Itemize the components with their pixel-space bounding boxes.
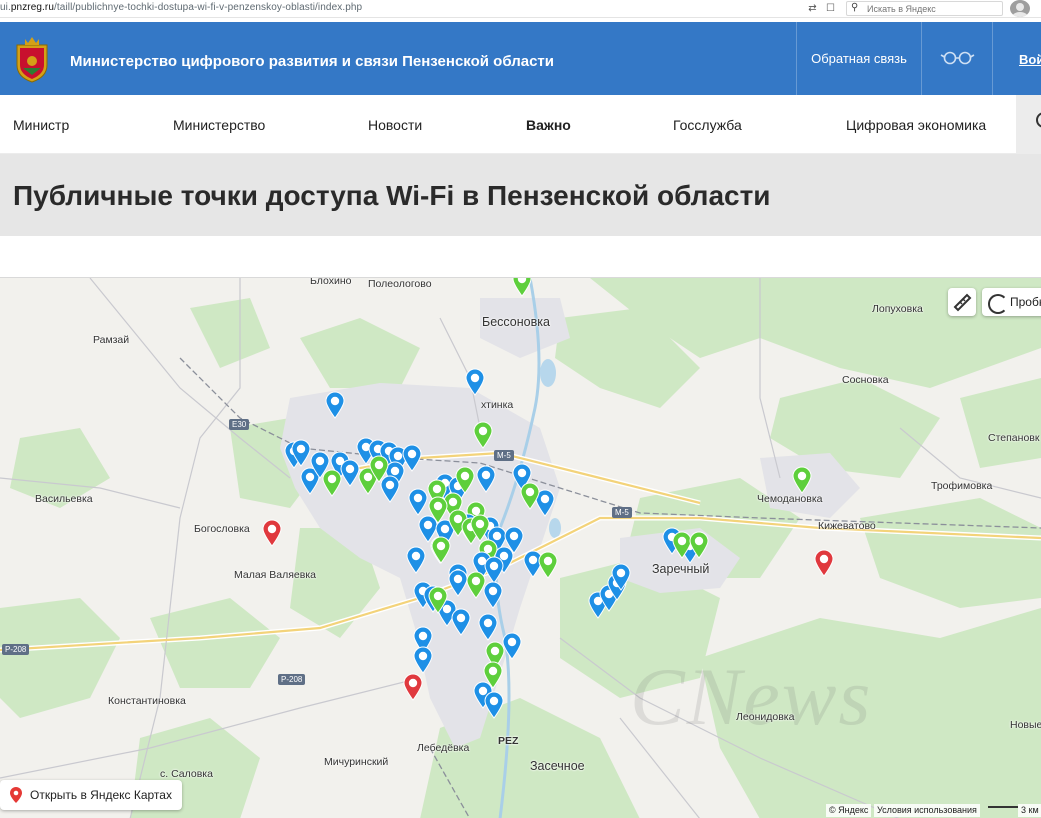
green-wifi-pin[interactable] xyxy=(520,482,540,510)
red-location-pin[interactable] xyxy=(262,519,282,547)
map-scale-label: 3 км xyxy=(1018,804,1041,817)
green-wifi-pin[interactable] xyxy=(431,536,451,564)
traffic-button[interactable]: Пробки xyxy=(982,288,1041,316)
open-in-yandex-maps-label: Открыть в Яндекс Картах xyxy=(30,788,172,802)
address-bar[interactable]: ui.pnzreg.ru/taill/publichnye-tochki-dos… xyxy=(0,2,362,13)
url-prefix: ui. xyxy=(0,2,11,13)
nav-search-button[interactable] xyxy=(1016,95,1041,154)
browser-search[interactable]: ⚲ xyxy=(846,1,1003,16)
green-wifi-pin[interactable] xyxy=(473,421,493,449)
blue-wifi-pin[interactable] xyxy=(465,368,485,396)
blue-wifi-pin[interactable] xyxy=(502,632,522,660)
wifi-pins-layer xyxy=(262,278,834,719)
blue-wifi-pin[interactable] xyxy=(325,391,345,419)
accessibility-glasses-button[interactable] xyxy=(922,22,992,95)
map-terms-link[interactable]: Условия использования xyxy=(874,804,980,817)
nav-item-ministry[interactable]: Министерство xyxy=(173,95,265,154)
green-wifi-pin[interactable] xyxy=(512,278,532,297)
blue-wifi-pin[interactable] xyxy=(484,691,504,719)
location-pin-icon xyxy=(10,787,22,803)
open-in-yandex-maps-button[interactable]: Открыть в Яндекс Картах xyxy=(0,780,182,810)
blue-wifi-pin[interactable] xyxy=(380,475,400,503)
nav-item-important[interactable]: Важно xyxy=(526,95,571,154)
bookmark-icon[interactable]: ☐ xyxy=(824,2,837,15)
url-host: pnzreg.ru xyxy=(10,2,55,13)
red-location-pin[interactable] xyxy=(814,549,834,577)
translate-icon[interactable]: ⇄ xyxy=(806,2,819,15)
blue-wifi-pin[interactable] xyxy=(340,459,360,487)
green-wifi-pin[interactable] xyxy=(792,466,812,494)
map-scale-bar xyxy=(988,805,1018,808)
header-divider xyxy=(992,22,993,95)
feedback-link[interactable]: Обратная связь xyxy=(797,22,921,95)
nav-item-news[interactable]: Новости xyxy=(368,95,422,154)
yandex-map[interactable]: CNews Блохино Полеологово Бессоновка Лоп… xyxy=(0,277,1041,818)
blue-wifi-pin[interactable] xyxy=(451,608,471,636)
blue-wifi-pin[interactable] xyxy=(402,444,422,472)
nav-item-digital-economy[interactable]: Цифровая экономика xyxy=(846,95,986,154)
blue-wifi-pin[interactable] xyxy=(476,465,496,493)
blue-wifi-pin[interactable] xyxy=(406,546,426,574)
page-title-bar: Публичные точки доступа Wi-Fi в Пензенск… xyxy=(0,154,1041,236)
profile-avatar-icon[interactable] xyxy=(1010,0,1030,17)
blue-wifi-pin[interactable] xyxy=(483,581,503,609)
search-icon: ⚲ xyxy=(851,2,859,13)
blue-wifi-pin[interactable] xyxy=(408,488,428,516)
blue-wifi-pin[interactable] xyxy=(413,646,433,674)
coat-of-arms-logo[interactable] xyxy=(13,35,51,83)
map-copyright[interactable]: © Яндекс xyxy=(826,804,872,817)
url-path: /taill/publichnye-tochki-dostupa-wi-fi-v… xyxy=(54,2,363,13)
green-wifi-pin[interactable] xyxy=(466,571,486,599)
blue-wifi-pin[interactable] xyxy=(484,556,504,584)
site-header: Министерство цифрового развития и связи … xyxy=(0,22,1041,95)
site-title[interactable]: Министерство цифрового развития и связи … xyxy=(70,53,554,70)
browser-toolbar: ui.pnzreg.ru/taill/publichnye-tochki-dos… xyxy=(0,0,1041,18)
nav-item-civil-service[interactable]: Госслужба xyxy=(673,95,742,154)
green-wifi-pin[interactable] xyxy=(538,551,558,579)
login-link[interactable]: Вой xyxy=(1019,52,1041,67)
page-title: Публичные точки доступа Wi-Fi в Пензенск… xyxy=(13,180,771,211)
green-wifi-pin[interactable] xyxy=(322,469,342,497)
ruler-icon xyxy=(953,293,972,312)
ruler-button[interactable] xyxy=(948,288,976,316)
blue-wifi-pin[interactable] xyxy=(448,569,468,597)
glasses-icon xyxy=(940,51,975,65)
main-nav: Министр Министерство Новости Важно Госсл… xyxy=(0,95,1041,154)
red-location-pin[interactable] xyxy=(403,673,423,701)
browser-search-input[interactable] xyxy=(867,3,997,15)
blue-wifi-pin[interactable] xyxy=(418,515,438,543)
search-icon xyxy=(1036,112,1041,128)
blue-wifi-pin[interactable] xyxy=(478,613,498,641)
nav-item-minister[interactable]: Министр xyxy=(13,95,69,154)
